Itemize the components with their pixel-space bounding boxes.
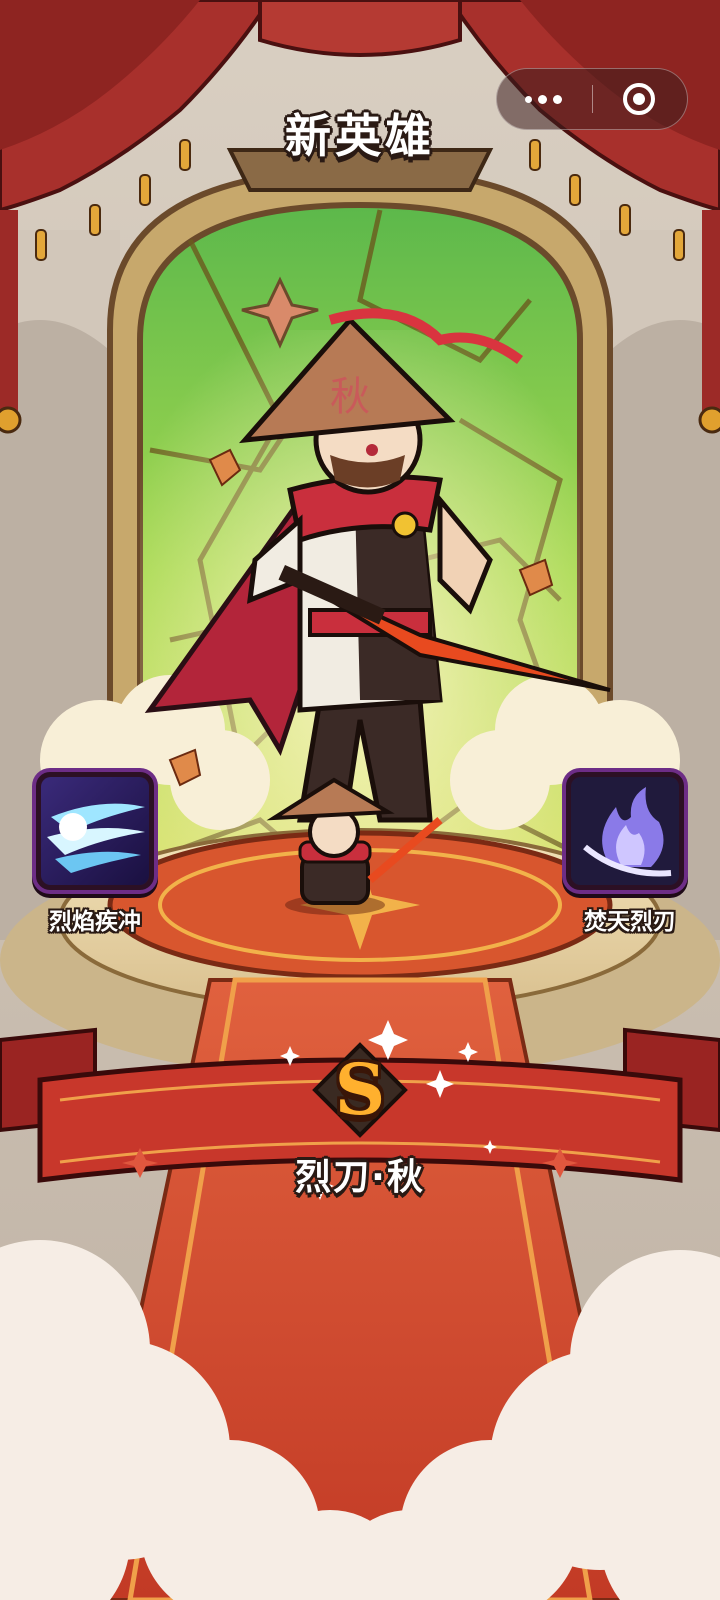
svg-text:秋: 秋 bbox=[330, 374, 370, 420]
skill-slot-right[interactable] bbox=[566, 772, 684, 890]
skill-slot-left[interactable] bbox=[36, 772, 154, 890]
more-dots-icon bbox=[525, 95, 565, 105]
hero-name: 烈刀·秋 bbox=[295, 1157, 425, 1198]
hero-rank-badge: S bbox=[334, 1048, 386, 1131]
dash-icon bbox=[41, 777, 149, 885]
skill-name-right: 焚天烈刃 bbox=[584, 909, 676, 935]
flame-blade-icon bbox=[571, 777, 679, 885]
skill-name-left: 烈焰疾冲 bbox=[49, 909, 141, 935]
target-circle-icon bbox=[623, 83, 655, 115]
more-button[interactable] bbox=[497, 69, 591, 129]
mini-program-capsule bbox=[496, 68, 688, 130]
close-button[interactable] bbox=[593, 69, 687, 129]
